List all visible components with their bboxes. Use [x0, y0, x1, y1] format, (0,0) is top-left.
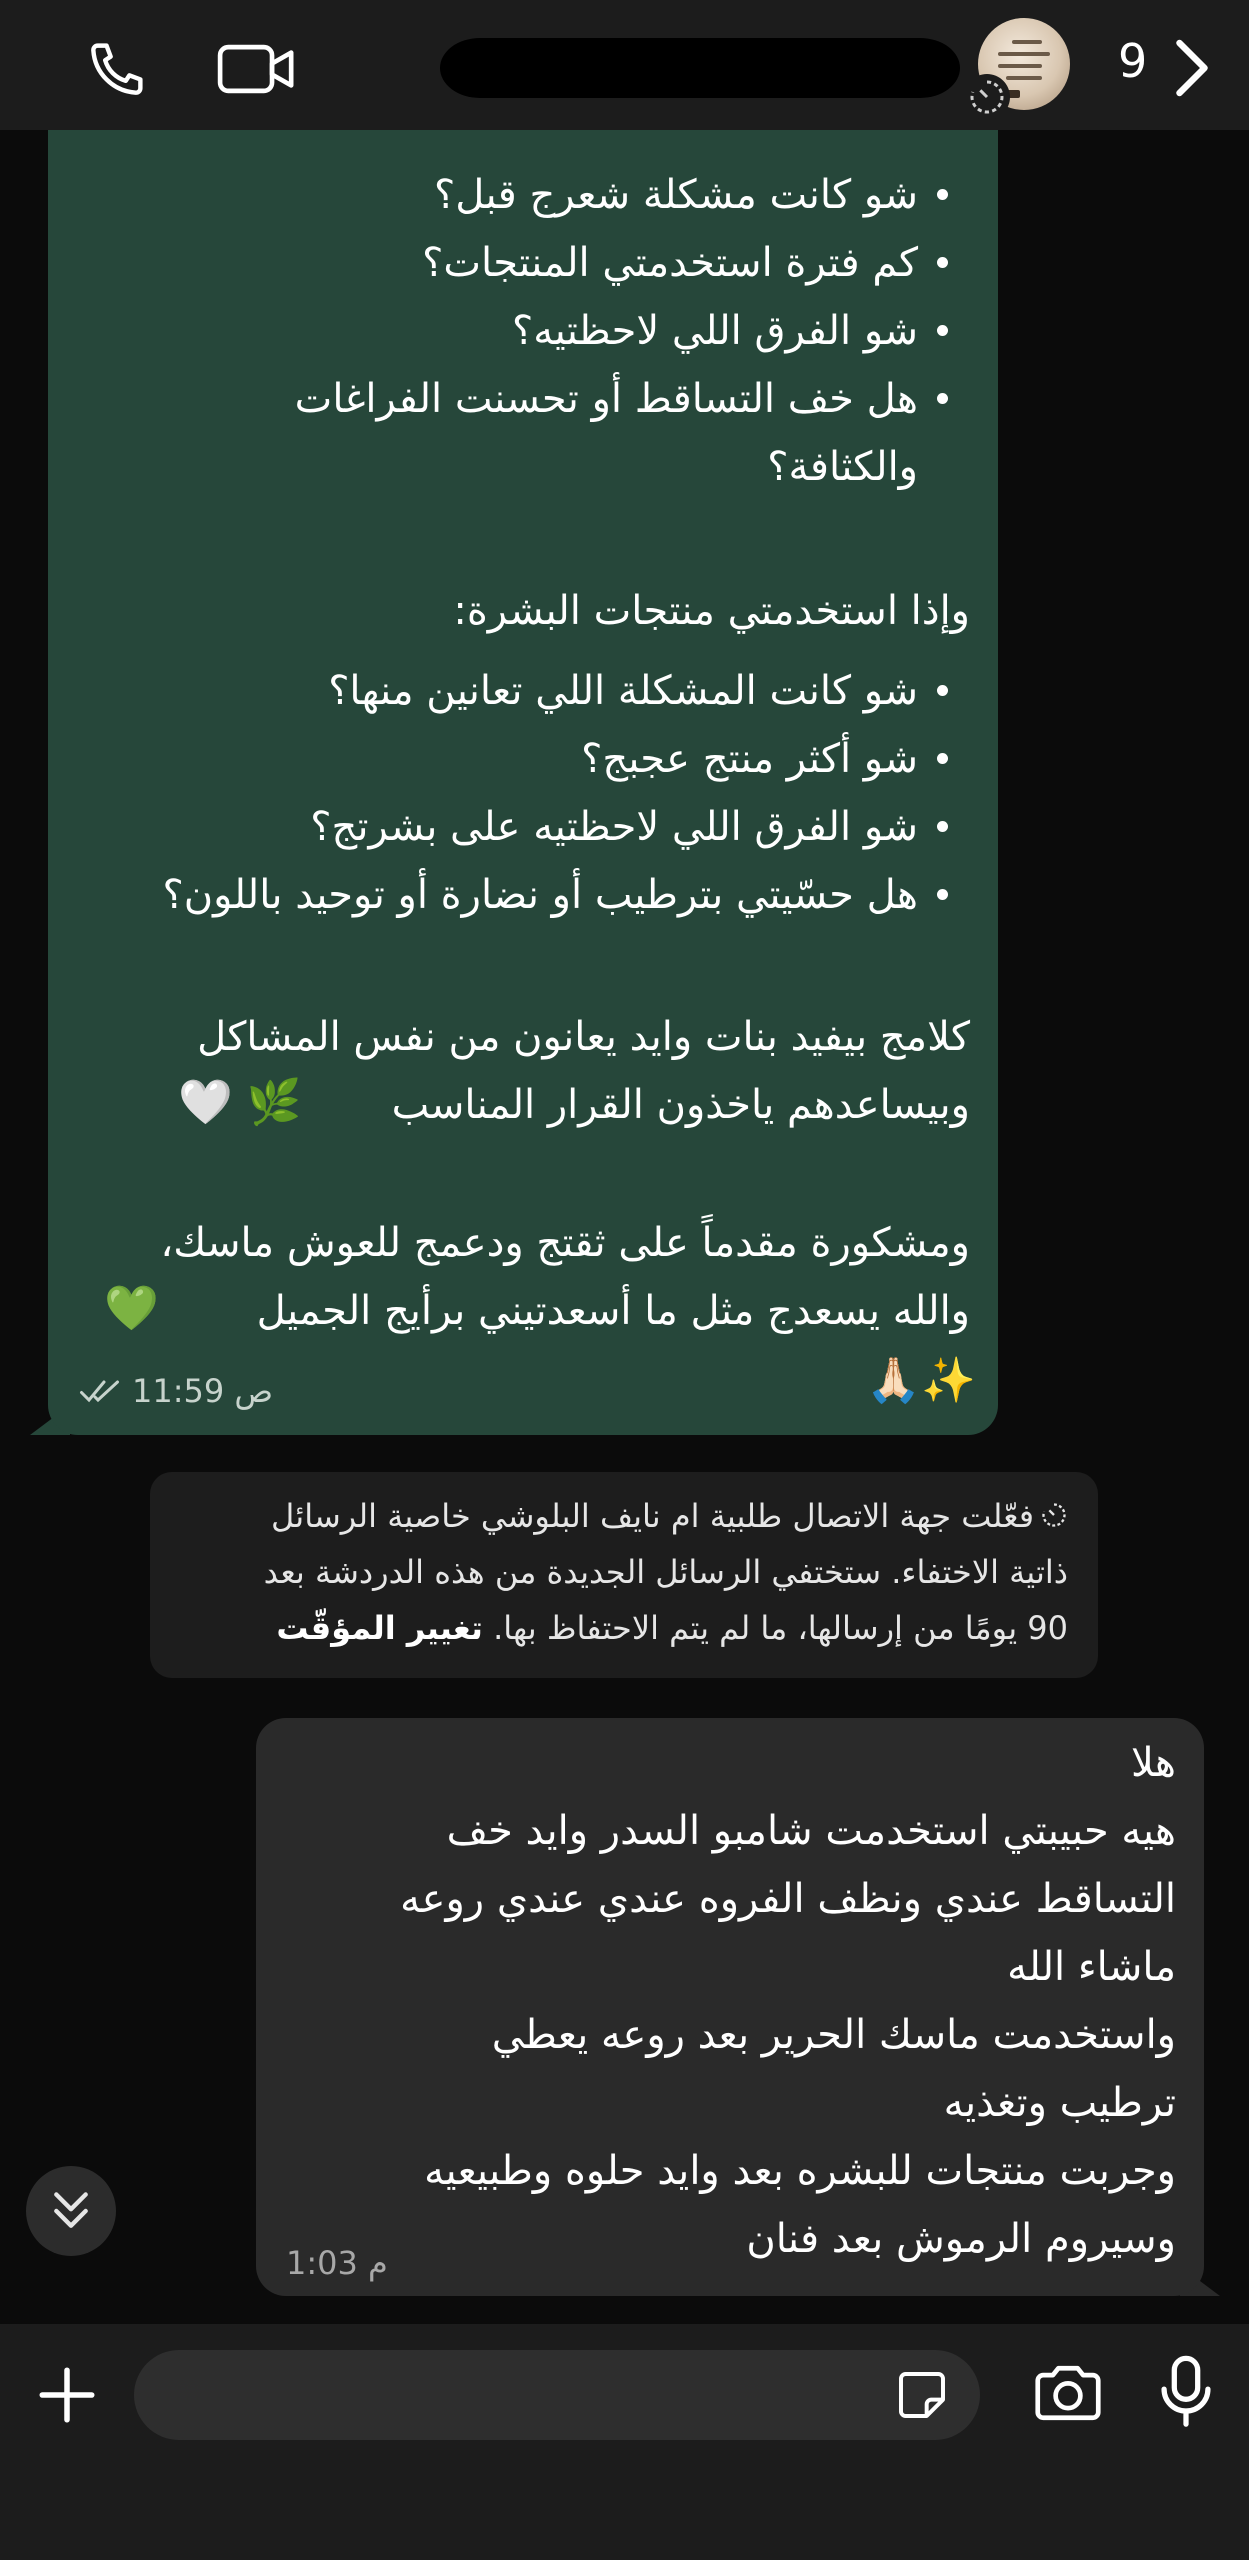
bullet-text-continuation: والكثافة؟ [767, 444, 918, 490]
camera-icon[interactable] [1032, 2360, 1104, 2426]
message-text: التساقط عندي ونظف الفروه عندي عندي روعه [400, 1876, 1176, 1922]
double-chevron-down-icon[interactable] [26, 2166, 116, 2256]
bullet-text: شو الفرق اللي لاحظتيه على بشرتج؟ [310, 804, 918, 850]
bullet-dot [937, 889, 948, 900]
bullet-dot [937, 325, 948, 336]
message-input[interactable] [134, 2350, 980, 2440]
notice-line: فعّلت جهة الاتصال طلبية ام نايف البلوشي … [271, 1488, 1068, 1546]
emoji: 🤍 🌿 [178, 1077, 302, 1128]
bullet-text: شو الفرق اللي لاحظتيه؟ [511, 308, 918, 354]
notice-line: ذاتية الاختفاء. ستختفي الرسائل الجديدة م… [263, 1553, 1068, 1591]
contact-name-redacted[interactable] [440, 38, 960, 98]
disappearing-messages-notice: فعّلت جهة الاتصال طلبية ام نايف البلوشي … [150, 1472, 1098, 1678]
bullet-text: شو كانت مشكلة شعرج قبل؟ [434, 172, 918, 218]
message-text: ومشكورة مقدماً على ثقتج ودعمج للعوش ماسك… [160, 1220, 970, 1266]
section-heading: وإذا استخدمتي منتجات البشرة: [453, 588, 970, 634]
microphone-icon[interactable] [1158, 2354, 1214, 2430]
bullet-text: هل خف التساقط أو تحسنت الفراغات [294, 376, 918, 422]
emoji: 🙏🏻✨ [866, 1355, 976, 1406]
message-text: هلا [1131, 1740, 1176, 1786]
bullet-dot [937, 753, 948, 764]
message-text: هيه حبيبتي استخدمت شامبو السدر وايد خف [446, 1808, 1176, 1854]
message-text: ماشاء الله [1007, 1944, 1176, 1990]
disappearing-timer-icon [1040, 1490, 1068, 1546]
video-camera-icon[interactable] [216, 36, 298, 102]
double-check-icon [78, 1376, 124, 1410]
bullet-dot [937, 821, 948, 832]
unread-count: 9 [1118, 34, 1148, 88]
bullet-text: هل حسّيتي بترطيب أو نضارة أو توحيد باللو… [162, 872, 919, 918]
bullet-text: كم فترة استخدمتي المنتجات؟ [422, 240, 918, 286]
sticker-icon[interactable] [894, 2366, 950, 2424]
outgoing-message-bubble[interactable]: هلا هيه حبيبتي استخدمت شامبو السدر وايد … [256, 1718, 1204, 2296]
message-time: 11:59 ص [132, 1372, 274, 1410]
message-text: وجربت منتجات للبشره بعد وايد حلوه وطبيعي… [424, 2148, 1176, 2194]
bullet-dot [937, 257, 948, 268]
bullet-text: شو كانت المشكلة اللي تعانين منها؟ [328, 668, 918, 714]
chat-header: 9 [0, 0, 1249, 130]
message-text: ترطيب وتغذيه [943, 2080, 1176, 2126]
bullet-dot [937, 189, 948, 200]
message-text: واستخدمت ماسك الحرير بعد روعه يعطي [491, 2012, 1176, 2058]
phone-icon[interactable] [84, 36, 150, 102]
bullet-dot [937, 393, 948, 404]
message-text: وبيساعدهم ياخذون القرار المناسب [391, 1082, 970, 1128]
notice-line: 90 يومًا من إرسالها، ما لم يتم الاحتفاظ … [276, 1600, 1068, 1656]
emoji: 💚 [104, 1283, 159, 1334]
plus-icon[interactable] [34, 2362, 100, 2428]
bullet-text: شو أكثر منتج عجبج؟ [581, 736, 918, 782]
message-time: 1:03 م [286, 2244, 388, 2282]
disappearing-timer-icon [964, 74, 1010, 120]
message-text: والله يسعدج مثل ما أسعدتيني برأيج الجميل [256, 1288, 970, 1334]
message-text: كلامج بيفيد بنات وايد يعانون من نفس المش… [197, 1014, 970, 1060]
chevron-right-icon[interactable] [1172, 38, 1212, 98]
notice-text: فعّلت جهة الاتصال طلبية ام نايف البلوشي … [271, 1497, 1034, 1535]
notice-text: 90 يومًا من إرسالها، ما لم يتم الاحتفاظ … [493, 1609, 1068, 1647]
bullet-dot [937, 685, 948, 696]
message-text: وسيروم الرموش بعد فنان [746, 2216, 1176, 2262]
incoming-message-bubble[interactable]: شو كانت مشكلة شعرج قبل؟ كم فترة استخدمتي… [48, 130, 998, 1435]
change-timer-link[interactable]: تغيير المؤقّت [276, 1609, 483, 1647]
